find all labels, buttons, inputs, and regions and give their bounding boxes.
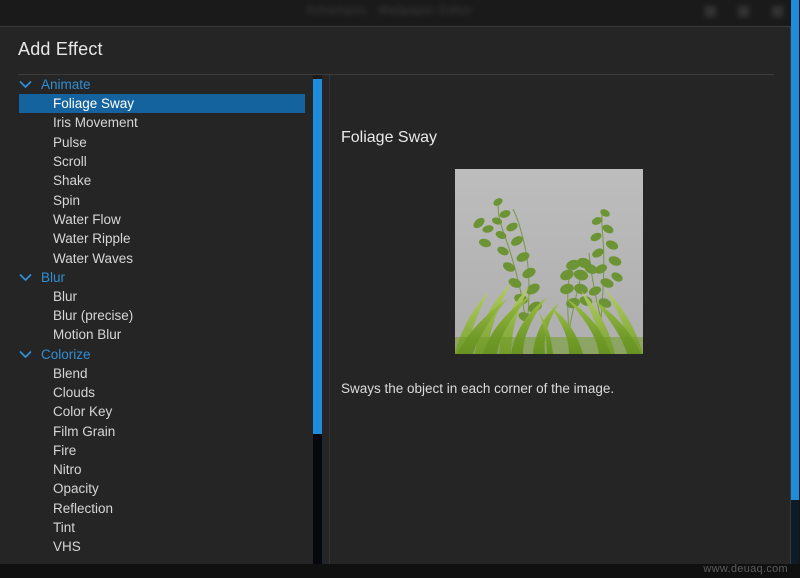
tree-item-water-waves[interactable]: Water Waves xyxy=(0,248,323,267)
tree-item-label: Film Grain xyxy=(53,423,116,439)
tree-item-label: Nitro xyxy=(53,462,82,478)
tree-item-shake[interactable]: Shake xyxy=(0,171,323,190)
tree-item-label: Tint xyxy=(53,520,76,536)
effects-tree: Animate Foliage Sway Iris Movement Pulse Scr… xyxy=(0,75,323,557)
tree-item-label: Iris Movement xyxy=(53,115,138,131)
background-window-title-part-2: Wallpaper Editor xyxy=(378,3,473,17)
tree-item-blur-precise[interactable]: Blur (precise) xyxy=(0,306,323,325)
chevron-down-icon[interactable] xyxy=(19,349,32,360)
effects-tree-pane: Animate Foliage Sway Iris Movement Pulse Scr… xyxy=(0,75,323,578)
page-title: Add Effect xyxy=(18,39,103,59)
tree-group-label: Blur xyxy=(41,269,66,285)
add-effect-dialog: Add Effect Animate Foliage Sway Iris Movem… xyxy=(0,26,791,578)
tree-item-vhs[interactable]: VHS xyxy=(0,537,323,556)
bottom-strip xyxy=(0,564,800,578)
effect-detail-pane: Foliage Sway Sways the object in each co… xyxy=(330,75,780,578)
maximize-button[interactable] xyxy=(738,6,749,17)
tree-item-label: Scroll xyxy=(53,154,87,170)
tree-item-reflection[interactable]: Reflection xyxy=(0,499,323,518)
tree-item-water-ripple[interactable]: Water Ripple xyxy=(0,229,323,248)
tree-item-label: Spin xyxy=(53,192,81,208)
tree-item-film-grain[interactable]: Film Grain xyxy=(0,421,323,440)
tree-item-tint[interactable]: Tint xyxy=(0,518,323,537)
tree-item-blend[interactable]: Blend xyxy=(0,364,323,383)
add-effect-window: Ashampoo Wallpaper Editor Add Effect Ani… xyxy=(0,0,800,578)
tree-item-label: Fire xyxy=(53,442,77,458)
effect-title: Foliage Sway xyxy=(341,129,438,146)
tree-item-label: Foliage Sway xyxy=(53,96,135,112)
tree-item-opacity[interactable]: Opacity xyxy=(0,479,323,498)
tree-group-label: Animate xyxy=(41,77,91,92)
tree-item-nitro[interactable]: Nitro xyxy=(0,460,323,479)
dialog-body: Animate Foliage Sway Iris Movement Pulse Scr… xyxy=(0,75,790,578)
tree-item-clouds[interactable]: Clouds xyxy=(0,383,323,402)
tree-item-label: Water Flow xyxy=(53,211,121,227)
tree-group-blur[interactable]: Blur xyxy=(0,268,323,287)
tree-item-label: Motion Blur xyxy=(53,327,122,343)
watermark: www.deuaq.com xyxy=(703,563,788,575)
background-window-titlebar: Ashampoo Wallpaper Editor xyxy=(0,0,800,26)
tree-item-label: Reflection xyxy=(53,500,114,516)
tree-item-label: Clouds xyxy=(53,385,96,400)
tree-item-blur[interactable]: Blur xyxy=(0,287,323,306)
tree-item-pulse[interactable]: Pulse xyxy=(0,133,323,152)
background-window-title-part-1: Ashampoo xyxy=(306,3,367,17)
tree-item-label: Color Key xyxy=(53,404,113,420)
tree-item-label: Blur xyxy=(53,288,78,304)
scrollbar-thumb[interactable] xyxy=(313,79,322,434)
tree-group-animate[interactable]: Animate xyxy=(0,75,323,94)
effect-preview-image xyxy=(455,169,643,354)
close-button[interactable] xyxy=(772,6,783,17)
tree-item-spin[interactable]: Spin xyxy=(0,190,323,209)
tree-item-fire[interactable]: Fire xyxy=(0,441,323,460)
tree-item-label: Opacity xyxy=(53,481,99,497)
tree-group-label: Colorize xyxy=(41,346,91,362)
tree-item-iris-movement[interactable]: Iris Movement xyxy=(0,113,323,132)
tree-item-label: Pulse xyxy=(53,134,87,150)
tree-item-label: VHS xyxy=(53,539,81,555)
tree-item-motion-blur[interactable]: Motion Blur xyxy=(0,325,323,344)
chevron-down-icon[interactable] xyxy=(19,272,32,283)
tree-item-label: Water Ripple xyxy=(53,231,131,247)
tree-item-water-flow[interactable]: Water Flow xyxy=(0,210,323,229)
minimize-button[interactable] xyxy=(705,6,716,17)
foliage-preview-graphic xyxy=(455,169,643,354)
tree-item-label: Blend xyxy=(53,365,88,381)
tree-item-label: Shake xyxy=(53,173,92,189)
tree-item-foliage-sway[interactable]: Foliage Sway xyxy=(19,94,305,114)
tree-item-label: Blur (precise) xyxy=(53,308,134,324)
tree-item-scroll[interactable]: Scroll xyxy=(0,152,323,171)
background-scrollbar-thumb[interactable] xyxy=(791,0,799,500)
effect-description: Sways the object in each corner of the i… xyxy=(341,381,615,396)
background-window-scrollbar[interactable] xyxy=(790,0,800,578)
tree-item-label: Water Waves xyxy=(53,250,134,266)
tree-item-color-key[interactable]: Color Key xyxy=(0,402,323,421)
dialog-header: Add Effect xyxy=(0,27,790,74)
chevron-down-icon[interactable] xyxy=(19,79,32,90)
tree-group-colorize[interactable]: Colorize xyxy=(0,345,323,364)
effects-tree-scrollbar[interactable] xyxy=(313,75,323,578)
scrollbar-track[interactable] xyxy=(313,434,323,578)
